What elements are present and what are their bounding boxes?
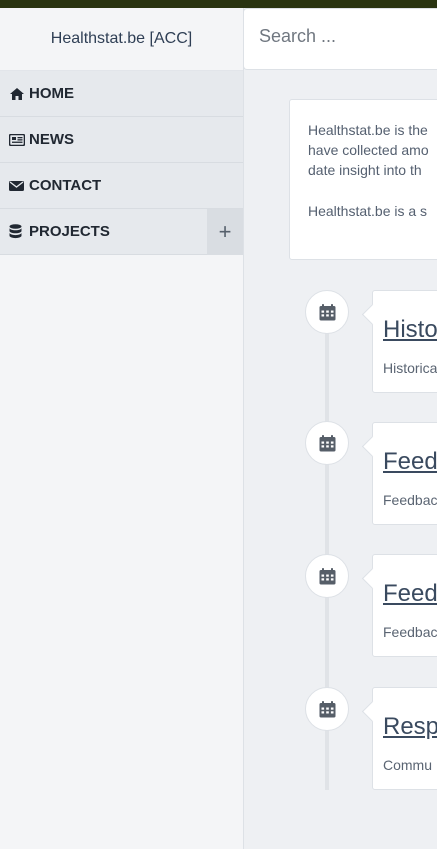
calendar-icon: [319, 434, 335, 451]
envelope-icon: [9, 178, 25, 194]
nav-item-contact[interactable]: CONTACT: [0, 163, 243, 209]
nav-item-home[interactable]: HOME: [0, 71, 243, 117]
intro-line: Healthstat.be is the: [308, 122, 428, 138]
timeline-marker: [305, 421, 349, 465]
intro-line: Healthstat.be is a s: [308, 203, 428, 219]
timeline-card-description: Commu: [383, 757, 433, 773]
timeline-card: Histo Historica: [372, 290, 437, 393]
database-icon: [9, 224, 25, 240]
intro-line: date insight into th: [308, 162, 422, 178]
nav-item-projects[interactable]: PROJECTS +: [0, 209, 243, 255]
timeline-card-description: Feedbac: [383, 492, 437, 508]
timeline-card-title-link[interactable]: Histo: [383, 316, 437, 344]
intro-panel: Healthstat.be is the have collected amo …: [289, 99, 437, 260]
calendar-icon: [319, 567, 335, 584]
nav-item-news[interactable]: NEWS: [0, 117, 243, 163]
search-box: [243, 8, 437, 70]
sidebar: Healthstat.be [ACC] HOME NEWS CONTACT PR…: [0, 8, 244, 849]
site-title[interactable]: Healthstat.be [ACC]: [0, 8, 243, 71]
nav-label-contact: CONTACT: [29, 177, 102, 194]
timeline-marker: [305, 554, 349, 598]
calendar-icon: [319, 700, 335, 717]
timeline-card-title-link[interactable]: Respo: [383, 713, 437, 741]
timeline-card-title-link[interactable]: Feedb: [383, 580, 437, 608]
nav-label-home: HOME: [29, 85, 74, 102]
timeline-card: Feedb Feedbac: [372, 554, 437, 657]
nav-label-news: NEWS: [29, 131, 74, 148]
search-input[interactable]: [257, 25, 437, 48]
intro-line: have collected amo: [308, 142, 429, 158]
timeline-card: Feedb Feedbac: [372, 422, 437, 525]
top-accent-bar: [0, 0, 437, 8]
nav-label-projects: PROJECTS: [29, 223, 110, 240]
projects-expand-button[interactable]: +: [207, 209, 243, 255]
calendar-icon: [319, 303, 335, 320]
timeline-card-description: Feedbac: [383, 624, 437, 640]
timeline-marker: [305, 290, 349, 334]
timeline-card-description: Historica: [383, 360, 437, 376]
home-icon: [9, 86, 25, 102]
timeline-marker: [305, 687, 349, 731]
timeline-card: Respo Commu: [372, 687, 437, 790]
newspaper-icon: [9, 132, 25, 148]
timeline-card-title-link[interactable]: Feedb: [383, 448, 437, 476]
